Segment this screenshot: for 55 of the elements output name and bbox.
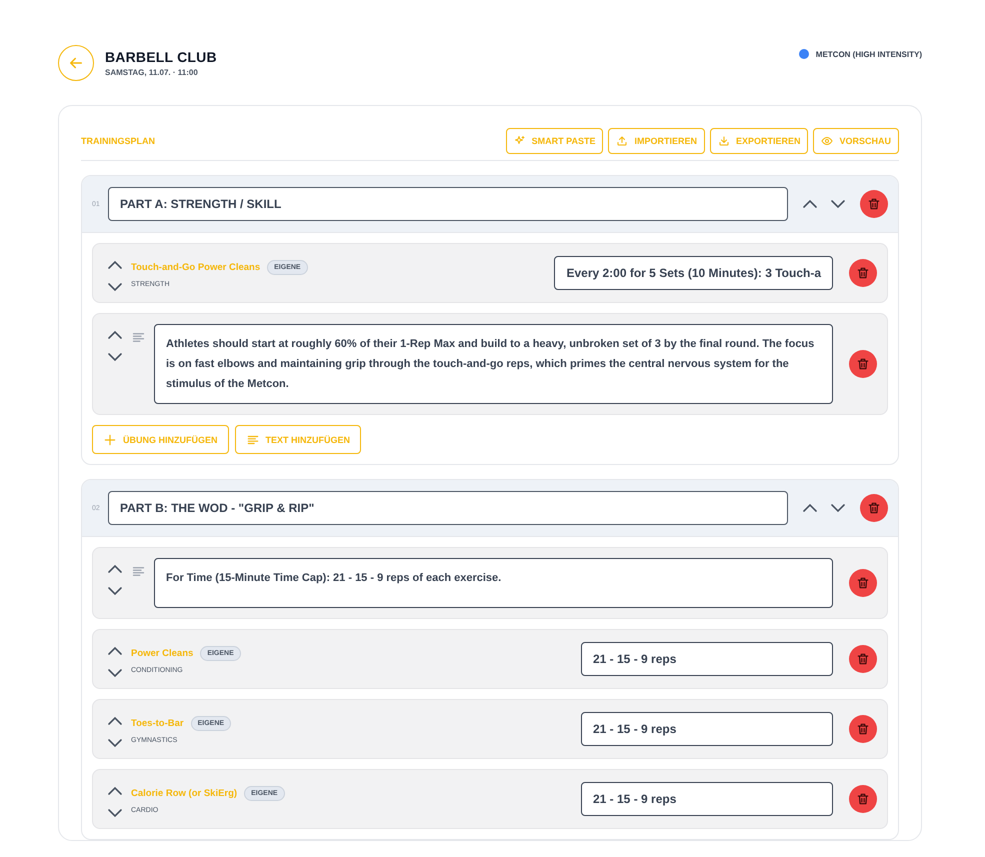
move-down-icon[interactable]	[107, 282, 123, 292]
delete-button[interactable]	[849, 350, 877, 378]
exercise-name: Calorie Row (or SkiErg)	[131, 788, 238, 799]
note-field[interactable]: Athletes should start at roughly 60% of their 1-Rep Max and build to a heavy, unbroken set of 3 by the final round. The focus is on fast elbows and maintaining grip through the touch-and-go reps, which primes the central nervous system for the stimulus of the Metcon.	[154, 324, 833, 404]
exercise-name: Power Cleans	[131, 648, 194, 659]
delete-button[interactable]	[849, 569, 877, 597]
delete-button[interactable]	[860, 190, 888, 218]
reps-field[interactable]: Every 2:00 for 5 Sets (10 Minutes): 3 Touch-a	[554, 256, 833, 290]
note-field[interactable]: For Time (15-Minute Time Cap): 21 - 15 - 9 reps of each exercise.	[154, 558, 833, 608]
trash-icon	[856, 576, 870, 590]
exercise-name: Touch-and-Go Power Cleans	[131, 262, 260, 273]
text-lines-icon	[131, 330, 146, 345]
trash-icon	[856, 652, 870, 666]
reps-field[interactable]: 21 - 15 - 9 reps	[581, 642, 833, 676]
trash-icon	[856, 357, 870, 371]
delete-button[interactable]	[849, 785, 877, 813]
reps-field[interactable]: 21 - 15 - 9 reps	[581, 712, 833, 746]
move-down-icon[interactable]	[107, 808, 123, 818]
move-down-icon[interactable]	[107, 586, 123, 596]
move-up-icon[interactable]	[802, 503, 818, 513]
plus-icon	[103, 432, 117, 446]
delete-button[interactable]	[860, 494, 888, 522]
move-down-icon[interactable]	[830, 503, 846, 513]
move-down-icon[interactable]	[107, 668, 123, 678]
move-up-icon[interactable]	[107, 646, 123, 656]
category-label: METCON (HIGH INTENSITY)	[816, 50, 922, 58]
trash-icon	[856, 722, 870, 736]
move-up-icon[interactable]	[107, 786, 123, 796]
exercise-name: Toes-to-Bar	[131, 718, 184, 729]
sparkle-icon	[514, 135, 526, 147]
move-down-icon[interactable]	[830, 199, 846, 209]
trash-icon	[867, 501, 881, 515]
move-up-icon[interactable]	[802, 199, 818, 209]
move-up-icon[interactable]	[107, 716, 123, 726]
part-title-field[interactable]: PART B: THE WOD - "GRIP & RIP"	[108, 491, 788, 525]
move-up-icon[interactable]	[107, 260, 123, 270]
reps-field[interactable]: 21 - 15 - 9 reps	[581, 782, 833, 816]
text-lines-icon	[131, 564, 146, 579]
move-up-icon[interactable]	[107, 564, 123, 574]
delete-button[interactable]	[849, 715, 877, 743]
trash-icon	[856, 266, 870, 280]
part-title-field[interactable]: PART A: STRENGTH / SKILL	[108, 187, 788, 221]
club-title: BARBELL CLUB	[105, 49, 218, 65]
move-down-icon[interactable]	[107, 738, 123, 748]
move-up-icon[interactable]	[107, 330, 123, 340]
trash-icon	[867, 197, 881, 211]
move-down-icon[interactable]	[107, 352, 123, 362]
delete-button[interactable]	[849, 259, 877, 287]
eye-icon	[821, 135, 834, 147]
date-time: SAMSTAG, 11.07. · 11:00	[105, 68, 199, 77]
trash-icon	[856, 792, 870, 806]
download-icon	[718, 135, 730, 147]
section-title: TRAININGSPLAN	[81, 136, 155, 146]
upload-icon	[616, 135, 628, 147]
delete-button[interactable]	[849, 645, 877, 673]
